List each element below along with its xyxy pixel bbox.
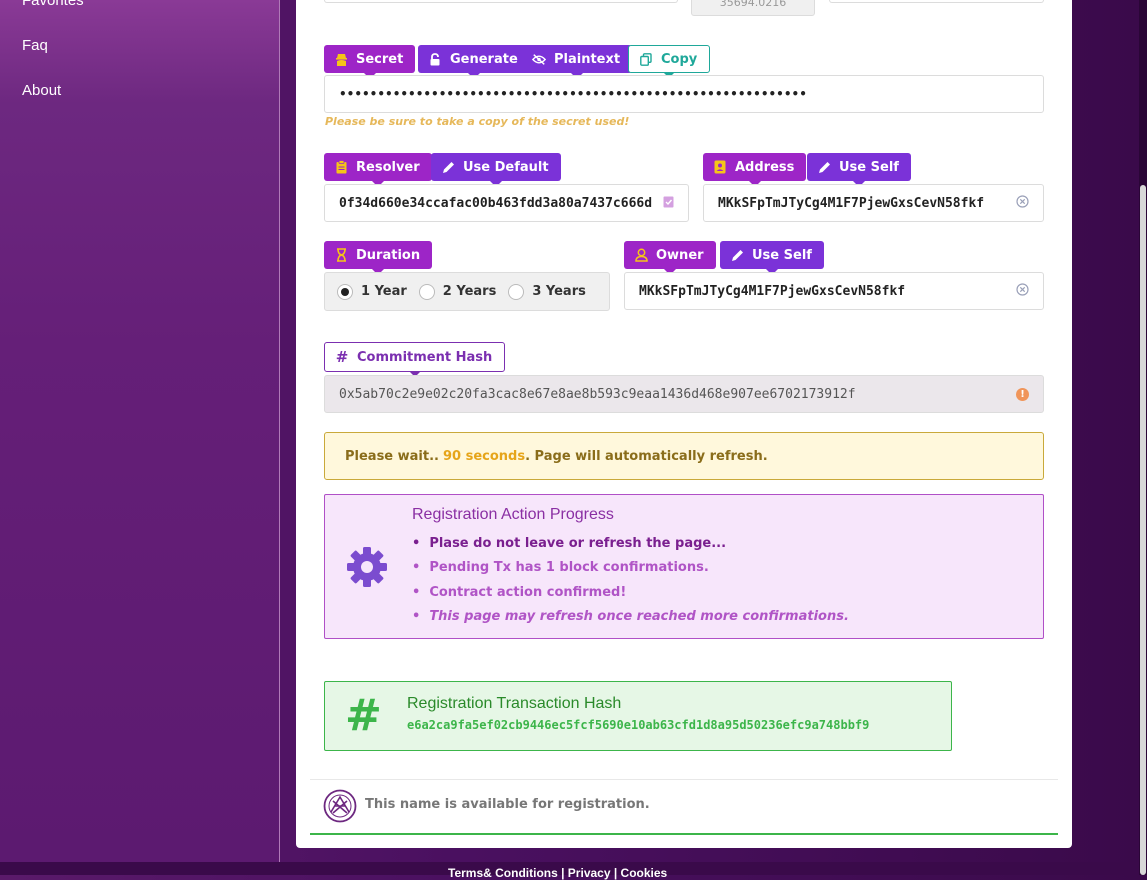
- eye-slash-icon: [532, 52, 546, 66]
- clear-icon[interactable]: [1016, 282, 1029, 300]
- progress-item: Contract action confirmed!: [412, 580, 849, 605]
- hash-icon: #: [345, 690, 382, 741]
- duration-option-1-year[interactable]: 1 Year: [337, 283, 407, 300]
- address-use-self-label: Use Self: [839, 159, 899, 175]
- owner-value: MKkSFpTmJTyCg4M1F7PjewGxsCevN58fkf: [639, 283, 906, 299]
- resolver-tag-label: Resolver: [356, 159, 420, 175]
- owner-use-self-label: Use Self: [752, 247, 812, 263]
- address-book-icon: [713, 160, 727, 174]
- wait-suffix: . Page will automatically refresh.: [525, 448, 768, 464]
- wait-notice: Please wait.. 90 seconds . Page will aut…: [324, 432, 1044, 480]
- clipboard-check-icon[interactable]: [663, 195, 674, 212]
- duration-radio-group: 1 Year 2 Years 3 Years: [324, 272, 610, 311]
- scrollbar-thumb[interactable]: [1140, 185, 1146, 875]
- pencil-icon: [441, 160, 455, 174]
- owner-tag: Owner: [624, 241, 716, 275]
- address-value: MKkSFpTmJTyCg4M1F7PjewGxsCevN58fkf: [718, 195, 985, 211]
- transaction-hash-value[interactable]: e6a2ca9fa5ef02cb9446ec5fcf5690e10ab63cfd…: [407, 718, 869, 732]
- availability-text: This name is available for registration.: [365, 797, 650, 812]
- progress-item: Plase do not leave or refresh the page..…: [412, 531, 849, 556]
- address-tag-label: Address: [735, 159, 795, 175]
- warning-icon: !: [1016, 387, 1029, 401]
- address-field[interactable]: MKkSFpTmJTyCg4M1F7PjewGxsCevN58fkf: [703, 184, 1044, 222]
- commitment-hash-field: 0x5ab70c2e9e02c20fa3cac8e67e8ae8b593c9ea…: [324, 375, 1044, 413]
- transaction-hash-panel: # Registration Transaction Hash e6a2ca9f…: [324, 681, 952, 751]
- scrollbar-track[interactable]: [1139, 0, 1147, 875]
- pencil-icon: [730, 248, 744, 262]
- generate-button[interactable]: Generate: [418, 45, 530, 79]
- clear-icon[interactable]: [1016, 194, 1029, 212]
- sidebar-item-about[interactable]: About: [22, 82, 61, 99]
- hash-icon: #: [335, 348, 349, 366]
- resolver-value: 0f34d660e34ccafac00b463fdd3a80a7437c666d: [339, 195, 653, 211]
- logo-icon: [323, 789, 357, 827]
- pencil-icon: [817, 160, 831, 174]
- clipboard-icon: [334, 160, 348, 174]
- copy-label: Copy: [661, 51, 698, 67]
- progress-list: Plase do not leave or refresh the page..…: [412, 531, 849, 629]
- duration-option-2-years[interactable]: 2 Years: [418, 283, 497, 300]
- address-use-self-button[interactable]: Use Self: [807, 153, 911, 187]
- top-field-left[interactable]: [324, 0, 678, 3]
- progress-item: Pending Tx has 1 block confirmations.: [412, 556, 849, 581]
- owner-field[interactable]: MKkSFpTmJTyCg4M1F7PjewGxsCevN58fkf: [624, 272, 1044, 310]
- sidebar: Favorites Faq About: [0, 0, 280, 862]
- hourglass-icon: [334, 248, 348, 262]
- duration-tag-label: Duration: [356, 247, 421, 263]
- transaction-hash-title: Registration Transaction Hash: [407, 695, 622, 712]
- footer-links[interactable]: Terms& Conditions | Privacy | Cookies: [448, 866, 667, 880]
- duration-option-label: 3 Years: [532, 284, 586, 299]
- resolver-tag: Resolver: [324, 153, 432, 187]
- plaintext-button[interactable]: Plaintext: [522, 45, 633, 79]
- copy-icon: [639, 52, 653, 66]
- wait-seconds: 90 seconds: [442, 448, 526, 464]
- owner-tag-label: Owner: [656, 247, 704, 263]
- registration-progress-panel: Registration Action Progress Plase do no…: [324, 494, 1044, 639]
- duration-option-3-years[interactable]: 3 Years: [508, 283, 586, 300]
- secret-hint: Please be sure to take a copy of the sec…: [325, 115, 630, 128]
- user-secret-icon: [334, 52, 348, 66]
- commitment-hash-value: 0x5ab70c2e9e02c20fa3cac8e67e8ae8b593c9ea…: [339, 386, 856, 402]
- wait-prefix: Please wait..: [345, 448, 439, 464]
- plaintext-label: Plaintext: [554, 51, 621, 67]
- radio-unselected[interactable]: [418, 283, 435, 300]
- secret-field[interactable]: ••••••••••••••••••••••••••••••••••••••••…: [324, 75, 1044, 113]
- sidebar-item-favorites[interactable]: Favorites: [22, 0, 84, 9]
- radio-unselected[interactable]: [508, 283, 525, 300]
- unlock-icon: [428, 52, 442, 66]
- duration-tag: Duration: [324, 241, 433, 275]
- generate-label: Generate: [450, 51, 518, 67]
- secret-value: ••••••••••••••••••••••••••••••••••••••••…: [339, 87, 807, 101]
- sidebar-item-faq[interactable]: Faq: [22, 37, 48, 54]
- top-field-right[interactable]: [829, 0, 1044, 3]
- commitment-hash-tag: # Commitment Hash: [324, 342, 506, 377]
- user-icon: [634, 248, 648, 262]
- resolver-field[interactable]: 0f34d660e34ccafac00b463fdd3a80a7437c666d: [324, 184, 689, 222]
- copy-button[interactable]: Copy: [628, 45, 711, 78]
- use-default-label: Use Default: [463, 159, 549, 175]
- radio-selected[interactable]: [337, 283, 353, 300]
- secret-tag: Secret: [324, 45, 416, 79]
- use-default-button[interactable]: Use Default: [431, 153, 561, 187]
- address-tag: Address: [703, 153, 807, 187]
- gear-icon: [345, 545, 389, 593]
- secret-tag-label: Secret: [356, 51, 404, 67]
- duration-option-label: 2 Years: [442, 284, 497, 299]
- owner-use-self-button[interactable]: Use Self: [720, 241, 824, 275]
- top-cost-value: 35694.0216: [719, 0, 787, 9]
- duration-option-label: 1 Year: [361, 284, 407, 299]
- commitment-hash-label: Commitment Hash: [357, 349, 493, 365]
- progress-title: Registration Action Progress: [412, 506, 614, 523]
- top-cost-field: 35694.0216: [691, 0, 815, 16]
- progress-item: This page may refresh once reached more …: [412, 605, 849, 630]
